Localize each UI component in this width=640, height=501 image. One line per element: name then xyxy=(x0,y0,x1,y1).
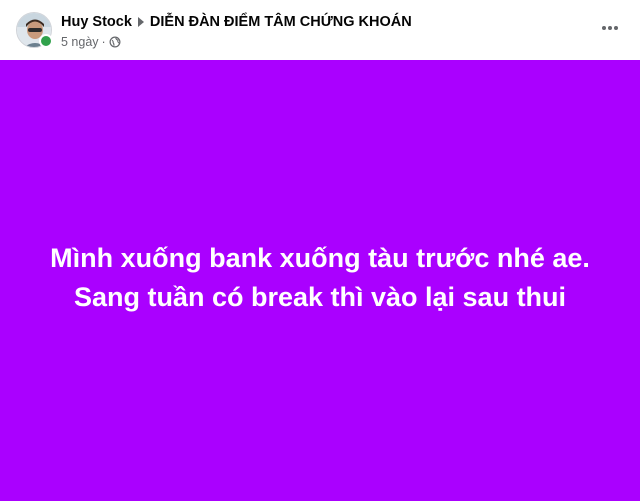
post-title-line: Huy Stock DIỄN ĐÀN ĐIỂM TÂM CHỨNG KHOÁN xyxy=(61,13,412,31)
meta-separator: · xyxy=(101,35,106,49)
caret-right-icon xyxy=(137,17,144,27)
author-name[interactable]: Huy Stock xyxy=(61,14,132,30)
more-horizontal-icon xyxy=(614,26,618,30)
more-options-button[interactable] xyxy=(598,18,622,38)
post-text-line: Mình xuống bank xuống tàu trước nhé ae. xyxy=(50,242,590,273)
more-horizontal-icon xyxy=(602,26,606,30)
online-status-dot xyxy=(39,34,53,48)
group-name[interactable]: DIỄN ĐÀN ĐIỂM TÂM CHỨNG KHOÁN xyxy=(150,14,412,30)
post-text-line: Sang tuần có break thì vào lại sau thui xyxy=(73,281,567,312)
post-card: Huy Stock DIỄN ĐÀN ĐIỂM TÂM CHỨNG KHOÁN … xyxy=(0,0,640,501)
post-text: Mình xuống bank xuống tàu trước nhé ae. … xyxy=(50,239,590,317)
post-meta: 5 ngày · xyxy=(61,35,121,49)
globe-icon[interactable] xyxy=(109,36,121,48)
author-avatar-wrapper[interactable] xyxy=(16,12,53,48)
post-time[interactable]: 5 ngày xyxy=(61,35,99,49)
post-header: Huy Stock DIỄN ĐÀN ĐIỂM TÂM CHỨNG KHOÁN … xyxy=(0,0,640,60)
more-horizontal-icon xyxy=(608,26,612,30)
post-colored-background: Mình xuống bank xuống tàu trước nhé ae. … xyxy=(0,60,640,501)
